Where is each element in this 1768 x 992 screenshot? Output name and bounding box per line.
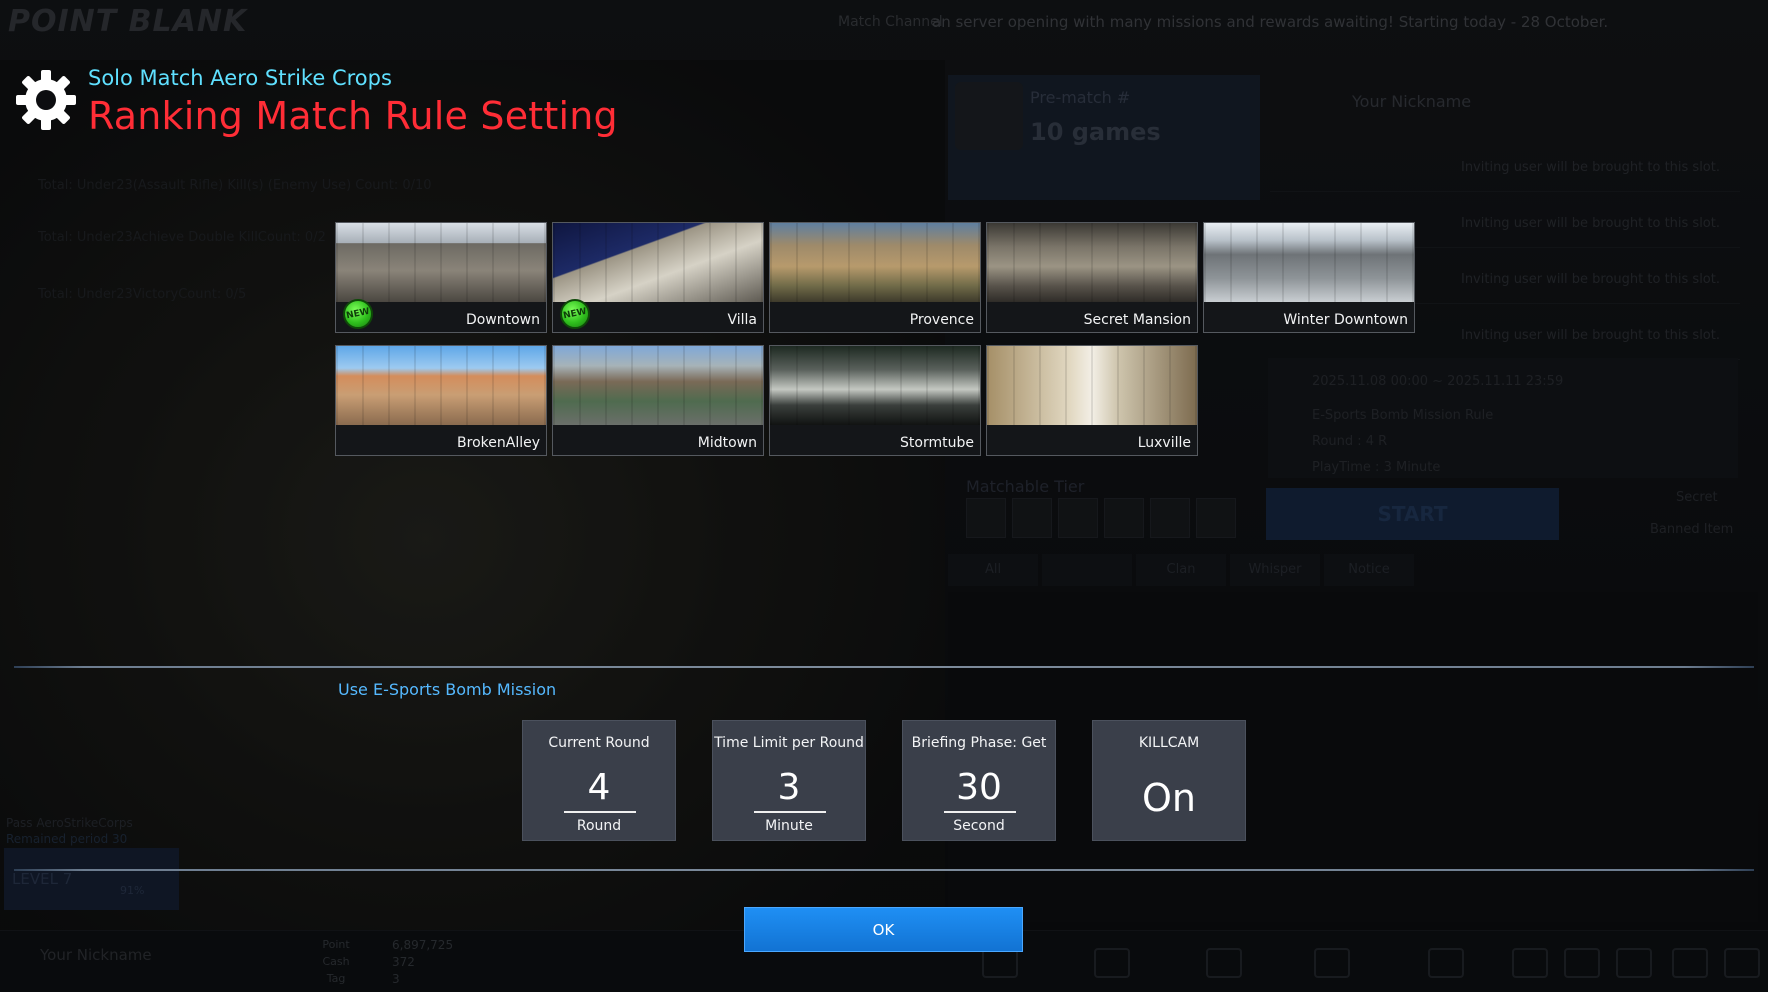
setting-title: Time Limit per Round [714,735,864,751]
map-card-downtown[interactable]: NEW Downtown [335,222,547,333]
map-thumbnail [336,223,546,302]
map-name: Provence [909,312,974,328]
new-badge-icon: NEW [560,299,590,329]
ok-button-label: OK [872,921,895,939]
map-card-secret-mansion[interactable]: Secret Mansion [986,222,1198,333]
divider-top [14,666,1754,668]
page-title: Ranking Match Rule Setting [88,94,618,138]
map-thumbnail [553,346,763,425]
map-name: Villa [727,312,757,328]
esports-mission-toggle[interactable]: Use E-Sports Bomb Mission [338,680,556,699]
map-card-midtown[interactable]: Midtown [552,345,764,456]
map-grid: NEW Downtown NEW Villa Provence Secret M… [335,222,1418,458]
briefing-phase-setting[interactable]: Briefing Phase: Get 30 Second [902,720,1056,841]
map-card-brokenalley[interactable]: BrokenAlley [335,345,547,456]
map-name: Secret Mansion [1083,312,1191,328]
modal-overlay [0,0,1768,992]
setting-underline [754,811,826,813]
map-name: Midtown [697,435,757,451]
setting-underline [564,811,636,813]
map-thumbnail [1204,223,1414,302]
setting-value: On [1142,776,1196,820]
map-thumbnail [770,223,980,302]
map-thumbnail [987,223,1197,302]
new-badge-icon: NEW [343,299,373,329]
current-round-setting[interactable]: Current Round 4 Round [522,720,676,841]
setting-unit: Minute [765,818,813,834]
map-card-stormtube[interactable]: Stormtube [769,345,981,456]
map-thumbnail [987,346,1197,425]
map-card-luxville[interactable]: Luxville [986,345,1198,456]
map-card-winter-downtown[interactable]: Winter Downtown [1203,222,1415,333]
killcam-setting[interactable]: KILLCAM On [1092,720,1246,841]
setting-value: 3 [777,767,801,808]
setting-underline [944,811,1016,813]
map-thumbnail [770,346,980,425]
setting-value: 30 [956,767,1002,808]
map-name: Winter Downtown [1283,312,1408,328]
setting-title: Current Round [548,735,650,751]
map-name: Stormtube [900,435,974,451]
ok-button[interactable]: OK [744,907,1023,952]
map-thumbnail [553,223,763,302]
map-thumbnail [336,346,546,425]
setting-title: KILLCAM [1138,735,1200,751]
divider-bottom [14,869,1754,871]
match-subtitle: Solo Match Aero Strike Crops [88,66,392,90]
map-card-villa[interactable]: NEW Villa [552,222,764,333]
map-name: BrokenAlley [457,435,540,451]
map-name: Luxville [1137,435,1191,451]
setting-value: 4 [587,767,611,808]
setting-unit: Second [953,818,1005,834]
map-card-provence[interactable]: Provence [769,222,981,333]
time-limit-setting[interactable]: Time Limit per Round 3 Minute [712,720,866,841]
gear-icon [14,68,78,132]
setting-title: Briefing Phase: Get [911,735,1047,751]
map-name: Downtown [465,312,540,328]
setting-unit: Round [576,818,622,834]
